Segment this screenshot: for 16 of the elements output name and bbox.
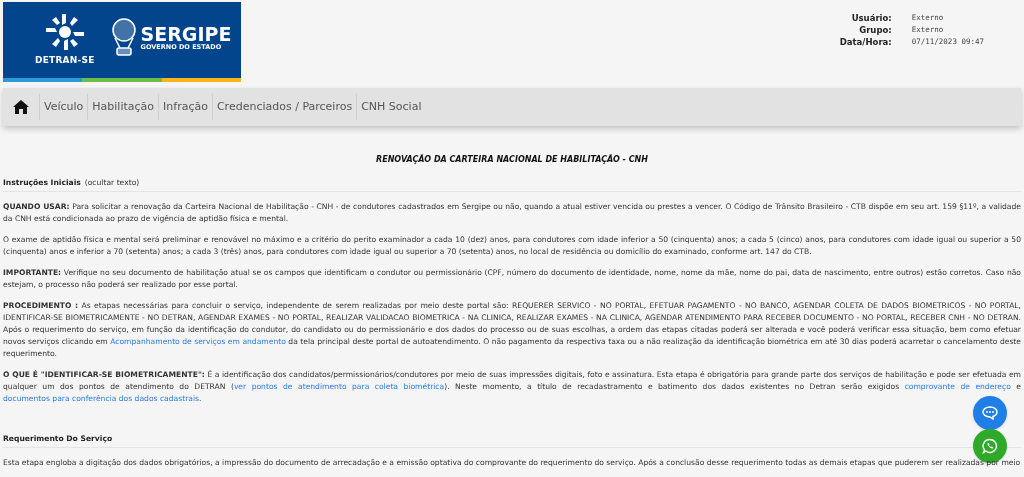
- info-label: Grupo:: [858, 24, 892, 36]
- nav-link[interactable]: Veículo: [39, 94, 88, 120]
- home-icon[interactable]: [13, 100, 29, 114]
- chat-button[interactable]: [973, 396, 1007, 430]
- page-title: RENOVAÇÃO DA CARTEIRA NACIONAL DE HABILITAÇÃO - CNH: [375, 154, 649, 166]
- nav-link[interactable]: CNH Social: [356, 94, 426, 120]
- info-label: Data/Hora:: [839, 36, 892, 48]
- star-emblem-icon: [43, 12, 86, 53]
- state-name: SERGIPE: [140, 25, 232, 45]
- info-label: Usuário:: [850, 12, 892, 24]
- chat-icon: [982, 406, 998, 420]
- nav-link[interactable]: Habilitação: [87, 94, 159, 120]
- nav-link[interactable]: Credenciados / Parceiros: [211, 94, 357, 120]
- phone-bubble-icon: [982, 438, 998, 454]
- nav-link[interactable]: Infração: [158, 94, 212, 120]
- agency-name: DETRAN-SE: [35, 54, 95, 68]
